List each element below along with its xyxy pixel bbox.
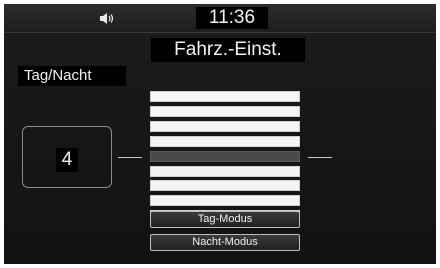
speaker-icon [100,13,114,24]
day-mode-button[interactable]: Tag-Modus [150,211,300,228]
level-bar[interactable] [150,166,300,177]
status-bar: 11:36 [4,4,436,33]
level-bar[interactable] [150,121,300,132]
vehicle-settings-screen: 11:36 Fahrz.-Einst. Tag/Nacht 4 Tag-Modu… [4,4,436,264]
level-bar[interactable] [150,195,300,206]
connector-right [308,157,332,158]
level-bar[interactable] [150,106,300,117]
section-label-day-night: Tag/Nacht [18,66,126,86]
level-bar[interactable] [150,136,300,147]
night-mode-button[interactable]: Nacht-Modus [150,234,300,251]
brightness-value: 4 [56,148,78,172]
level-bar-selected[interactable] [150,151,300,162]
level-bar[interactable] [150,91,300,102]
clock: 11:36 [196,7,268,29]
connector-left [118,157,142,158]
page-title: Fahrz.-Einst. [151,38,305,62]
level-bar[interactable] [150,180,300,191]
